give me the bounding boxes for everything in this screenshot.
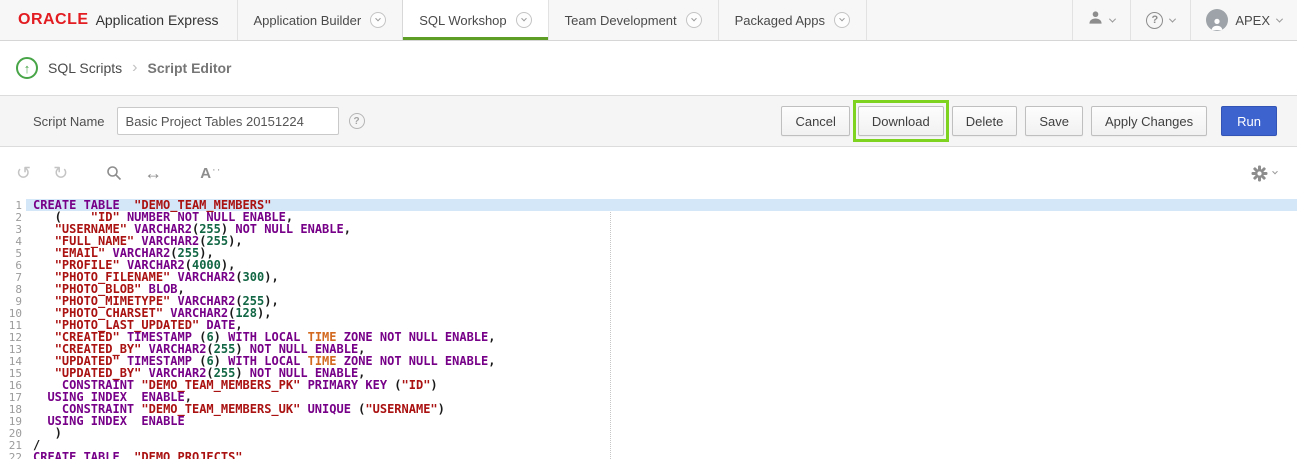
font-dots: ·· [212,165,221,176]
tab-label: Team Development [565,13,677,28]
settings-gear-icon[interactable] [1251,165,1277,182]
code-line[interactable]: CONSTRAINT "DEMO_TEAM_MEMBERS_UK" UNIQUE… [26,403,1297,415]
line-number: 11 [0,319,22,331]
line-number: 1 [0,199,22,211]
line-number: 19 [0,415,22,427]
line-number: 9 [0,295,22,307]
help-icon[interactable]: ? [349,113,365,129]
script-name-label: Script Name [33,114,105,129]
line-number: 10 [0,307,22,319]
undo-icon[interactable]: ↺ [16,164,31,182]
line-number: 6 [0,259,22,271]
find-replace-icon[interactable]: ↔ [144,164,162,182]
chevron-down-icon [1276,15,1283,22]
top-navigation-bar: ORACLE Application Express Application B… [0,0,1297,41]
line-number: 5 [0,247,22,259]
chevron-down-icon[interactable] [370,12,386,28]
line-number: 16 [0,379,22,391]
save-button[interactable]: Save [1025,106,1083,136]
tab-label: Packaged Apps [735,13,825,28]
code-line[interactable]: CREATE TABLE "DEMO_PROJECTS" [26,451,1297,459]
help-icon: ? [1146,12,1163,29]
header-spacer [867,0,1072,40]
tab-packaged-apps[interactable]: Packaged Apps [718,0,867,40]
font-letter: A [200,166,211,181]
line-number: 8 [0,283,22,295]
tab-label: Application Builder [254,13,362,28]
chevron-down-icon [1169,15,1176,22]
download-button-wrap: Download [858,106,944,136]
script-editor: ↺ ↻ ↔ A·· 123456789101112131415161718192… [0,147,1297,459]
delete-button[interactable]: Delete [952,106,1018,136]
tab-sql-workshop[interactable]: SQL Workshop [402,0,547,40]
breadcrumb-separator-icon: › [132,59,137,77]
admin-user-icon [1088,10,1103,30]
code-area[interactable]: 12345678910111213141516171819202122 CREA… [0,199,1297,459]
up-arrow-icon[interactable]: ↑ [16,57,38,79]
admin-menu[interactable] [1072,0,1130,40]
oracle-logo[interactable]: ORACLE Application Express [0,0,237,40]
code-line[interactable]: ) [26,427,1297,439]
code-line[interactable]: "PHOTO_FILENAME" VARCHAR2(300), [26,271,1297,283]
line-number: 4 [0,235,22,247]
line-number: 7 [0,271,22,283]
main-tabs: Application Builder SQL Workshop Team De… [237,0,867,40]
download-button[interactable]: Download [858,106,944,136]
code-line[interactable]: USING INDEX ENABLE [26,415,1297,427]
editor-toolbar: ↺ ↻ ↔ A·· [0,147,1297,199]
chevron-down-icon[interactable] [686,12,702,28]
user-menu[interactable]: APEX [1190,0,1297,40]
line-number: 12 [0,331,22,343]
breadcrumb: ↑ SQL Scripts › Script Editor [0,41,1297,95]
search-icon[interactable] [106,165,122,181]
product-name: Application Express [96,12,219,28]
help-menu[interactable]: ? [1130,0,1190,40]
oracle-brand: ORACLE [18,11,89,29]
tab-label: SQL Workshop [419,13,506,28]
line-number: 17 [0,391,22,403]
line-number: 20 [0,427,22,439]
tab-application-builder[interactable]: Application Builder [237,0,403,40]
line-number: 21 [0,439,22,451]
gutter: 12345678910111213141516171819202122 [0,199,26,459]
line-number: 13 [0,343,22,355]
line-number: 18 [0,403,22,415]
breadcrumb-current: Script Editor [148,60,232,76]
redo-icon[interactable]: ↻ [53,164,68,182]
line-number: 15 [0,367,22,379]
script-toolbar: Script Name ? Cancel Download Delete Sav… [0,95,1297,147]
avatar [1206,9,1228,31]
code-line[interactable]: "FULL_NAME" VARCHAR2(255), [26,235,1297,247]
line-number: 2 [0,211,22,223]
chevron-down-icon[interactable] [516,12,532,28]
breadcrumb-sql-scripts[interactable]: SQL Scripts [48,60,122,76]
chevron-down-icon [1109,15,1116,22]
apply-changes-button[interactable]: Apply Changes [1091,106,1207,136]
font-size-icon[interactable]: A·· [200,166,221,181]
line-number: 3 [0,223,22,235]
cancel-button[interactable]: Cancel [781,106,849,136]
tab-team-development[interactable]: Team Development [548,0,718,40]
code-lines[interactable]: CREATE TABLE "DEMO_TEAM_MEMBERS" ( "ID" … [26,199,1297,459]
line-number: 22 [0,451,22,459]
chevron-down-icon [1272,169,1278,175]
code-line[interactable]: CONSTRAINT "DEMO_TEAM_MEMBERS_PK" PRIMAR… [26,379,1297,391]
chevron-down-icon[interactable] [834,12,850,28]
apex-app: ORACLE Application Express Application B… [0,0,1297,459]
script-name-input[interactable] [117,107,339,135]
line-number: 14 [0,355,22,367]
user-name: APEX [1235,13,1270,28]
run-button[interactable]: Run [1221,106,1277,136]
